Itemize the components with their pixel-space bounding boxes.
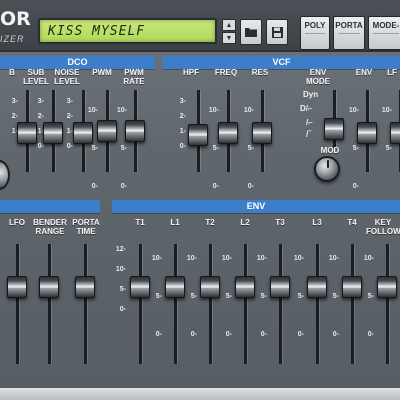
slider-label-res: RES [251, 68, 269, 77]
slider-bender-range[interactable] [38, 244, 60, 364]
slider-label-l3: L3 [312, 218, 322, 227]
slider-label-t3: T3 [275, 218, 285, 227]
slider-res[interactable] [251, 90, 273, 172]
slider-label-env: ENV [355, 68, 373, 77]
slider-label-t4: T4 [347, 218, 357, 227]
slider-label-noise-level: NOISE LEVEL [54, 68, 80, 86]
slider-label-pwm: PWM [92, 68, 112, 77]
slider-cap[interactable] [39, 276, 59, 298]
slider-cap[interactable] [218, 122, 238, 144]
porta-label: PORTA [335, 21, 363, 30]
mod-knob-label: MOD [320, 146, 340, 155]
slider-porta-time[interactable] [74, 244, 96, 364]
slider-cap[interactable] [130, 276, 150, 298]
slider-label-t2: T2 [205, 218, 215, 227]
logo-text: OR [0, 8, 31, 30]
slider-cap[interactable] [125, 120, 145, 142]
env-mode-d-inverted: D/⌐ [300, 104, 313, 113]
slider-freq[interactable] [217, 90, 239, 172]
slider-label-hpf: HPF [183, 68, 199, 77]
env-mode-label: ENV MODE [306, 68, 330, 86]
slider-cap[interactable] [75, 276, 95, 298]
env-mode-dyn: Dyn [303, 90, 319, 99]
slider-cap[interactable] [252, 122, 272, 144]
poly-label: POLY [304, 21, 326, 30]
slider-label-freq: FREQ [214, 68, 238, 77]
slider-pwm-rate[interactable] [124, 90, 146, 172]
mode-button[interactable]: MODE- [368, 16, 400, 50]
slider-cap[interactable] [307, 276, 327, 298]
slider-label-l1: L1 [170, 218, 180, 227]
slider-cap[interactable] [324, 118, 344, 140]
slider-label-pwm-rate: PWM RATE [123, 68, 145, 86]
patch-name-text: KISS MYSELF [48, 24, 146, 39]
slider-sub-level[interactable] [42, 90, 64, 172]
slider-lfo[interactable] [6, 244, 28, 364]
slider-label-b: B [9, 68, 15, 77]
save-button[interactable] [266, 19, 288, 45]
scroll-down-button[interactable]: ▼ [222, 32, 236, 44]
patch-scroll: ▲ ▼ [222, 19, 236, 45]
porta-button[interactable]: PORTA [333, 16, 365, 50]
mod-knob[interactable] [314, 156, 340, 182]
mode-label: MODE- [372, 21, 400, 30]
slider-cap[interactable] [342, 276, 362, 298]
slider-key-follow[interactable] [376, 244, 398, 364]
slider-cap[interactable] [270, 276, 290, 298]
load-button[interactable] [240, 19, 262, 45]
slider-label-bender-range: BENDER RANGE [33, 218, 67, 236]
slider-label-lfo-top: LF [387, 68, 397, 77]
slider-cap[interactable] [43, 122, 63, 144]
slider-cap[interactable] [235, 276, 255, 298]
slider-label-key-follow: KEY FOLLOW [366, 218, 400, 236]
slider-label-sub-level: SUB LEVEL [23, 68, 49, 86]
slider-cap[interactable] [357, 122, 377, 144]
patch-name-display[interactable]: KISS MYSELF [38, 18, 217, 44]
env-mode-normal: /‾ [306, 130, 311, 139]
slider-cap[interactable] [377, 276, 397, 298]
slider-env[interactable] [356, 90, 378, 172]
slider-t3[interactable] [269, 244, 291, 364]
slider-cap[interactable] [390, 122, 400, 144]
slider-label-porta-time: PORTA TIME [72, 218, 100, 236]
logo: OR IZER [0, 8, 32, 48]
slider-lfo-top[interactable] [389, 90, 400, 172]
slider-label-t1: T1 [135, 218, 145, 227]
poly-button[interactable]: POLY [300, 16, 330, 50]
scroll-up-button[interactable]: ▲ [222, 19, 236, 31]
slider-cap[interactable] [165, 276, 185, 298]
slider-label-lfo: LFO [9, 218, 25, 227]
folder-icon [245, 28, 257, 37]
logo-subtext: IZER [0, 34, 25, 44]
slider-env-mode[interactable] [323, 90, 345, 148]
save-icon [271, 26, 283, 38]
slider-label-l2: L2 [240, 218, 250, 227]
slider-cap[interactable] [200, 276, 220, 298]
env-mode-inverted: /⌐ [306, 118, 313, 127]
header-bar: OR IZER KISS MYSELF ▲ ▼ POLY PORTA MODE- [0, 0, 400, 52]
slider-cap[interactable] [7, 276, 27, 298]
bottom-trim [0, 388, 400, 400]
